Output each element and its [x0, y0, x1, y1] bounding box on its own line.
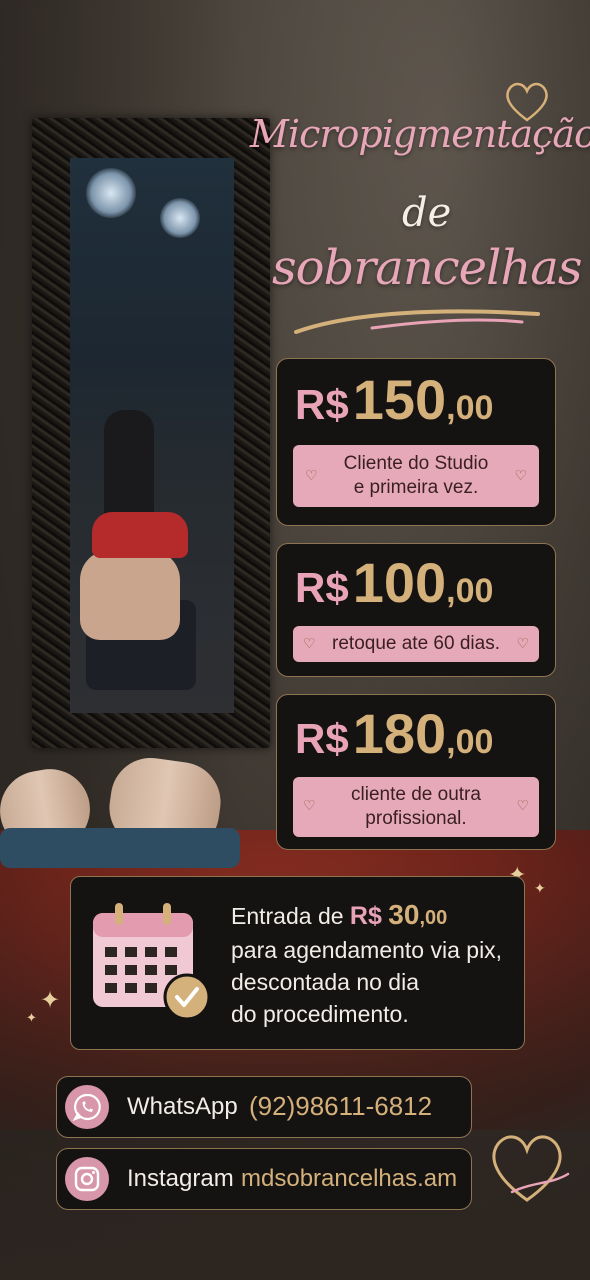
deposit-line-3: descontada no dia — [231, 969, 419, 995]
price-description-line-1: cliente de outra — [351, 784, 481, 806]
price-description-line-1: Cliente do Studio — [343, 453, 489, 475]
deposit-cents: ,00 — [419, 907, 448, 929]
sparkle-icon: ✦ — [40, 987, 61, 1014]
price-description-line-2: e primeira vez. — [353, 477, 479, 498]
price-value: R$100,00 — [295, 551, 494, 614]
whatsapp-number[interactable]: (92)98611-6812 — [249, 1091, 432, 1122]
heart-icon: ♡ — [305, 467, 318, 483]
price-card-first-visit: R$150,00 ♡ Cliente do Studio e primeira … — [276, 358, 556, 526]
flyer: Micropigmentação de sobrancelhas R$150,0… — [0, 0, 590, 1280]
deposit-info-box: Entrada de R$ 30,00 para agendamento via… — [70, 876, 525, 1050]
title-line-1: Micropigmentação — [250, 112, 590, 156]
title-line-3: sobrancelhas — [272, 240, 583, 296]
price-description-line-2: profissional. — [365, 808, 467, 829]
price-card-touch-up: R$100,00 ♡ retoque ate 60 dias. ♡ — [276, 543, 556, 677]
title-underline-swoosh — [294, 309, 540, 334]
instagram-contact[interactable]: Instagram mdsobrancelhas.am — [56, 1148, 472, 1210]
sparkle-icon: ✦ — [534, 880, 546, 896]
deposit-line-4: do procedimento. — [231, 1001, 409, 1027]
deposit-currency: R$ — [349, 902, 382, 930]
price-description-tag: ♡ retoque ate 60 dias. ♡ — [293, 626, 539, 662]
heart-icon: ♡ — [514, 467, 527, 483]
heart-icon: ♡ — [516, 797, 529, 813]
instagram-icon — [65, 1157, 109, 1201]
price-description-tag: ♡ cliente de outra profissional. ♡ — [293, 777, 539, 837]
deposit-text: Entrada de R$ 30,00 para agendamento via… — [231, 899, 502, 1030]
price-description-tag: ♡ Cliente do Studio e primeira vez. ♡ — [293, 445, 539, 507]
heart-icon: ♡ — [303, 797, 316, 813]
calendar-check-icon — [93, 903, 211, 1021]
deposit-line-2: para agendamento via pix, — [231, 937, 503, 963]
whatsapp-icon — [65, 1085, 109, 1129]
price-description-line-1: retoque ate 60 dias. — [332, 633, 500, 655]
heart-icon: ♡ — [516, 635, 529, 651]
instagram-handle[interactable]: mdsobrancelhas.am — [241, 1165, 457, 1193]
heart-icon: ♡ — [303, 635, 316, 651]
price-value: R$180,00 — [295, 702, 494, 765]
instagram-label: Instagram — [127, 1165, 234, 1192]
price-value: R$150,00 — [295, 368, 494, 431]
title-line-2: de — [402, 190, 452, 236]
price-card-other-professional: R$180,00 ♡ cliente de outra profissional… — [276, 694, 556, 850]
sparkle-icon: ✦ — [26, 1010, 37, 1025]
deposit-amount: 30 — [388, 899, 420, 930]
whatsapp-label: WhatsApp — [127, 1093, 238, 1120]
heart-outline-icon — [492, 1135, 570, 1202]
deposit-prefix: Entrada de — [231, 903, 344, 929]
whatsapp-contact[interactable]: WhatsApp (92)98611-6812 — [56, 1076, 472, 1138]
mirror-reflection — [70, 158, 234, 713]
